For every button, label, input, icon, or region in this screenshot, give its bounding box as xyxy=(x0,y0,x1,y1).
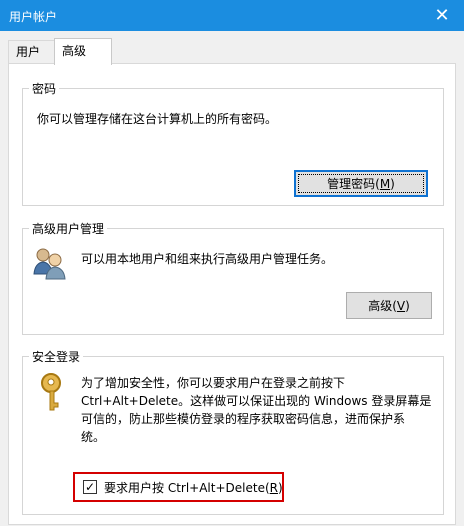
require-ctrl-alt-delete-highlight: ✓ 要求用户按 Ctrl+Alt+Delete(R) xyxy=(73,472,284,502)
password-description: 你可以管理存储在这台计算机上的所有密码。 xyxy=(37,112,278,126)
secure-login-title: 安全登录 xyxy=(29,348,84,365)
secure-login-line-1: 为了增加安全性，你可以要求用户在登录之前按下 xyxy=(81,376,346,390)
checkbox-label-suffix: ) xyxy=(277,481,283,495)
users-icon xyxy=(33,248,66,280)
checkbox-label-prefix: 要求用户按 Ctrl+Alt+Delete( xyxy=(104,481,270,495)
password-group: 密码 你可以管理存储在这台计算机上的所有密码。 管理密码(M) xyxy=(22,80,444,206)
secure-login-line-3: 可信的，防止那些模仿登录的程序获取密码信息，进而保护系 xyxy=(81,412,406,426)
advanced-button-hotkey: V xyxy=(396,298,406,313)
advanced-button-label-prefix: 高级( xyxy=(368,299,397,313)
manage-passwords-hotkey: M xyxy=(379,176,391,191)
advanced-button[interactable]: 高级(V) xyxy=(346,292,432,319)
key-icon xyxy=(41,373,61,411)
manage-passwords-label-suffix: ) xyxy=(390,176,395,191)
checkbox-hotkey: R xyxy=(269,481,278,495)
manage-passwords-label-prefix: 管理密码( xyxy=(327,177,380,191)
advanced-user-management-group: 高级用户管理 可以用本地用户和组来执行高级用户管理任务。 高级(V) xyxy=(22,220,444,335)
tab-users[interactable]: 用户 xyxy=(8,40,56,63)
window-title: 用户帐户 xyxy=(9,10,58,24)
tab-advanced[interactable]: 高级 xyxy=(54,38,112,65)
require-ctrl-alt-delete-label[interactable]: 要求用户按 Ctrl+Alt+Delete(R) xyxy=(104,479,283,496)
secure-login-line-4: 统。 xyxy=(81,430,106,444)
require-ctrl-alt-delete-checkbox[interactable]: ✓ xyxy=(83,480,97,494)
advanced-button-label-suffix: ) xyxy=(405,298,410,313)
checkmark-icon: ✓ xyxy=(84,480,96,494)
password-group-title: 密码 xyxy=(29,80,60,97)
close-button[interactable]: ✕ xyxy=(420,0,464,31)
advanced-user-management-description: 可以用本地用户和组来执行高级用户管理任务。 xyxy=(81,252,334,266)
close-icon: ✕ xyxy=(434,4,450,26)
advanced-user-management-title: 高级用户管理 xyxy=(29,220,108,237)
secure-login-line-2: Ctrl+Alt+Delete。这样做可以保证出现的 Windows 登录屏幕是 xyxy=(81,394,432,408)
manage-passwords-button[interactable]: 管理密码(M) xyxy=(294,170,428,197)
advanced-tab-panel: 密码 你可以管理存储在这台计算机上的所有密码。 管理密码(M) 高级用户管理 可… xyxy=(8,63,456,525)
title-bar: 用户帐户 ✕ xyxy=(0,0,464,31)
